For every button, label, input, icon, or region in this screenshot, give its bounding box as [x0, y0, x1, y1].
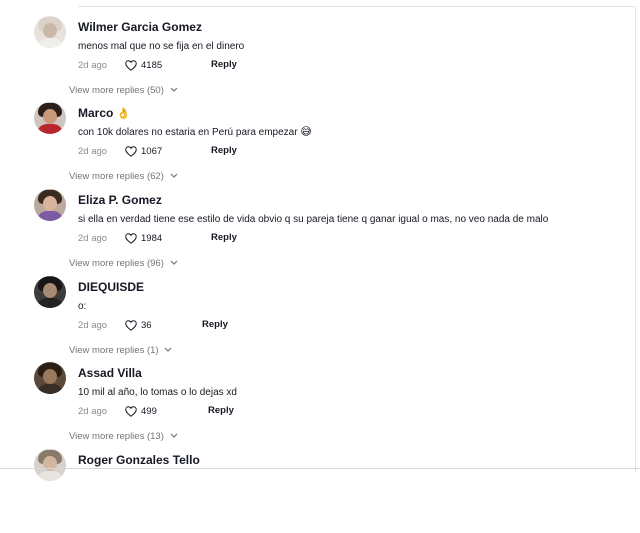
chevron-down-icon: [170, 257, 178, 268]
heart-outline-icon[interactable]: [125, 320, 137, 331]
comment-item: Marco 👌 con 10k dolares no estaria en Pe…: [34, 102, 624, 186]
avatar-face: [43, 369, 57, 384]
comment-text-emoji: 😅: [300, 125, 312, 138]
avatar-body: [37, 298, 63, 308]
avatar-body: [37, 124, 63, 134]
username-text: Assad Villa: [78, 366, 142, 380]
comment-username[interactable]: DIEQUISDE: [78, 280, 144, 294]
heart-outline-icon[interactable]: [125, 146, 137, 157]
comment-date: 2d ago: [78, 146, 108, 157]
chevron-down-icon: [170, 84, 178, 95]
view-more-replies-label: View more replies (50): [69, 85, 164, 96]
chevron-down-icon: [164, 344, 172, 355]
comment-date: 2d ago: [78, 233, 108, 244]
like-count: 499: [141, 406, 157, 417]
avatar-body: [37, 471, 63, 481]
heart-outline-icon[interactable]: [125, 233, 137, 244]
comment-item: Wilmer Garcia Gomez menos mal que no se …: [34, 16, 624, 100]
comment-meta: 2d ago 1984 Reply: [78, 232, 378, 246]
avatar-body: [37, 384, 63, 394]
avatar-body: [37, 38, 63, 48]
username-text: Wilmer Garcia Gomez: [78, 20, 202, 34]
comment-username[interactable]: Marco 👌: [78, 106, 130, 120]
comment-text: si ella en verdad tiene ese estilo de vi…: [78, 212, 548, 225]
like-count: 36: [141, 320, 152, 331]
comment-date: 2d ago: [78, 60, 108, 71]
comment-username[interactable]: Roger Gonzales Tello: [78, 453, 200, 467]
view-more-replies-button[interactable]: View more replies (96): [69, 257, 178, 269]
view-more-replies-button[interactable]: View more replies (62): [69, 170, 178, 182]
avatar[interactable]: [34, 102, 66, 134]
like-count: 1984: [141, 233, 163, 244]
comment-text: 10 mil al año, lo tomas o lo dejas xd: [78, 385, 237, 398]
avatar-face: [43, 196, 57, 211]
comment-text-body: si ella en verdad tiene ese estilo de vi…: [78, 214, 549, 225]
view-more-replies-label: View more replies (96): [69, 258, 164, 269]
comment-meta: 2d ago 4185 Reply: [78, 59, 378, 73]
comment-meta: 2d ago 499 Reply: [78, 405, 378, 419]
top-divider: [78, 6, 634, 7]
comment-username[interactable]: Eliza P. Gomez: [78, 193, 162, 207]
view-more-replies-label: View more replies (62): [69, 171, 164, 182]
heart-outline-icon[interactable]: [125, 60, 137, 71]
avatar-face: [43, 23, 57, 38]
comment-text-body: menos mal que no se fija en el dinero: [78, 41, 245, 52]
bottom-divider: [0, 468, 640, 469]
reply-button[interactable]: Reply: [208, 405, 234, 416]
comment-text-body: con 10k dolares no estaria en Perú para …: [78, 127, 298, 138]
view-more-replies-label: View more replies (13): [69, 431, 164, 442]
like-count: 1067: [141, 146, 163, 157]
comment-item: Assad Villa 10 mil al año, lo tomas o lo…: [34, 362, 624, 446]
avatar[interactable]: [34, 449, 66, 481]
username-text: Eliza P. Gomez: [78, 193, 162, 207]
comment-text: o:: [78, 299, 86, 312]
reply-button[interactable]: Reply: [211, 232, 237, 243]
comment-text-body: o:: [78, 301, 87, 312]
chevron-down-icon: [170, 170, 178, 181]
comment-text-body: 10 mil al año, lo tomas o lo dejas xd: [78, 387, 237, 398]
comment-item: Eliza P. Gomez si ella en verdad tiene e…: [34, 189, 624, 273]
comment-date: 2d ago: [78, 320, 108, 331]
avatar[interactable]: [34, 16, 66, 48]
comment-text: menos mal que no se fija en el dinero: [78, 39, 244, 52]
reply-button[interactable]: Reply: [202, 319, 228, 330]
like-count: 4185: [141, 60, 163, 71]
comment-meta: 2d ago 36 Reply: [78, 319, 378, 333]
username-text: Roger Gonzales Tello: [78, 453, 200, 467]
username-emoji: 👌: [116, 107, 131, 120]
comment-item: Roger Gonzales Tello: [34, 449, 624, 533]
reply-button[interactable]: Reply: [211, 59, 237, 70]
comment-date: 2d ago: [78, 406, 108, 417]
view-more-replies-label: View more replies (1): [69, 345, 159, 356]
comment-username[interactable]: Assad Villa: [78, 366, 142, 380]
avatar-face: [43, 109, 57, 124]
view-more-replies-button[interactable]: View more replies (50): [69, 84, 178, 96]
reply-button[interactable]: Reply: [211, 145, 237, 156]
view-more-replies-button[interactable]: View more replies (1): [69, 344, 172, 356]
avatar[interactable]: [34, 362, 66, 394]
avatar-body: [37, 211, 63, 221]
view-more-replies-button[interactable]: View more replies (13): [69, 430, 178, 442]
chevron-down-icon: [170, 430, 178, 441]
comment-meta: 2d ago 1067 Reply: [78, 145, 378, 159]
right-divider: [635, 6, 636, 472]
avatar[interactable]: [34, 276, 66, 308]
comment-item: DIEQUISDE o: 2d ago 36 Reply View more r…: [34, 276, 624, 360]
avatar[interactable]: [34, 189, 66, 221]
avatar-face: [43, 283, 57, 298]
heart-outline-icon[interactable]: [125, 406, 137, 417]
comment-text: con 10k dolares no estaria en Perú para …: [78, 125, 312, 138]
username-text: Marco: [78, 106, 114, 120]
comment-username[interactable]: Wilmer Garcia Gomez: [78, 20, 202, 34]
username-text: DIEQUISDE: [78, 280, 145, 294]
